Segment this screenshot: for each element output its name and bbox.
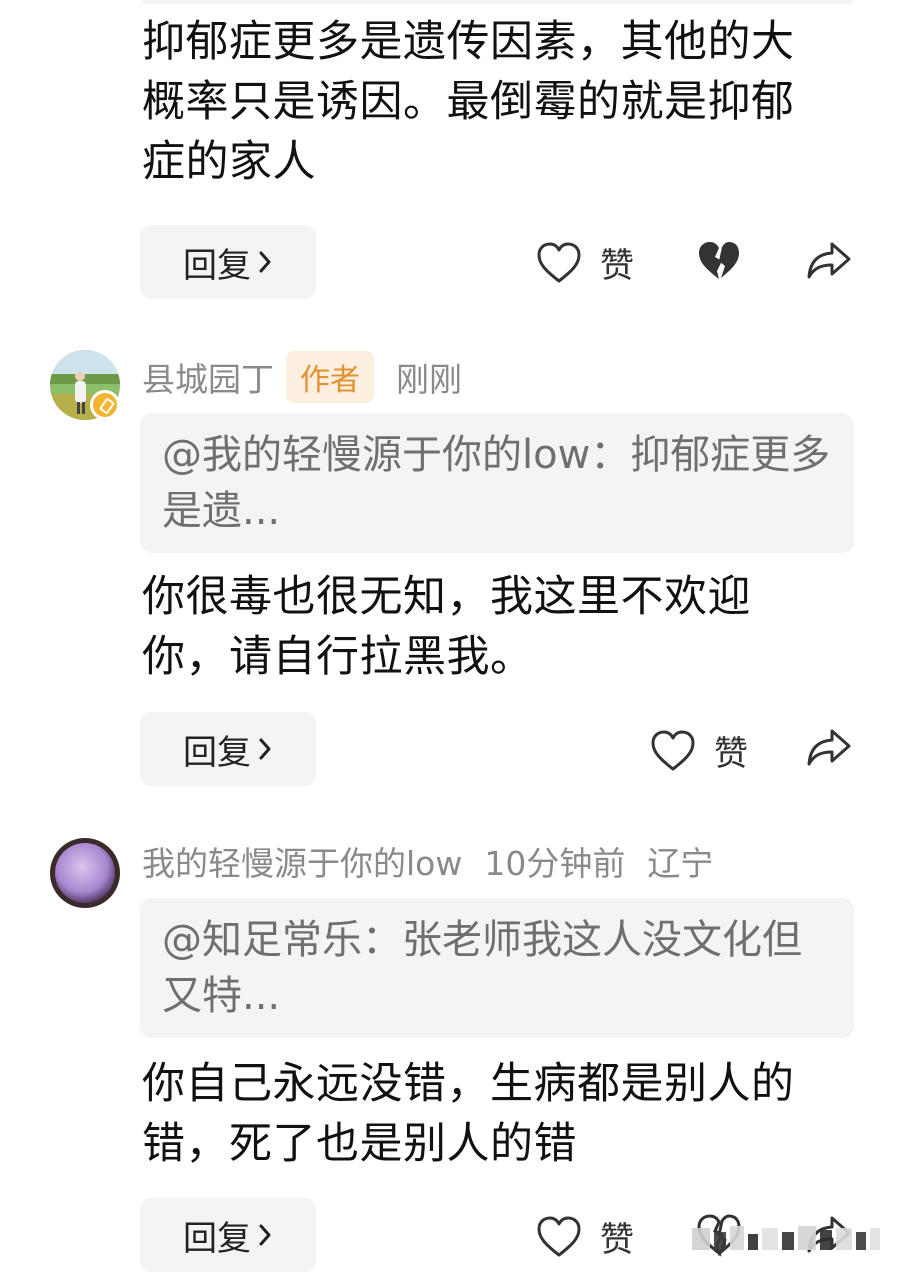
like-label: 赞 (714, 734, 748, 774)
share-arrow-icon[interactable] (806, 240, 852, 282)
quoted-text: @知足常乐：张老师我这人没文化但又特... (162, 917, 802, 1019)
chevron-right-icon (259, 1224, 271, 1246)
like-button[interactable]: 赞 (650, 726, 748, 775)
heart-outline-icon (537, 242, 581, 282)
heart-outline-icon (537, 1216, 581, 1256)
quoted-reply[interactable]: @知足常乐：张老师我这人没文化但又特... (140, 898, 854, 1038)
username[interactable]: 县城园丁 (142, 353, 274, 401)
share-arrow-icon[interactable] (806, 727, 852, 769)
username[interactable]: 我的轻慢源于你的low (142, 837, 462, 885)
comment-meta: 我的轻慢源于你的low 10分钟前 辽宁 (142, 836, 713, 886)
reply-label: 回复 (183, 245, 251, 286)
location: 辽宁 (647, 844, 714, 883)
verified-badge-icon (90, 390, 120, 420)
like-button[interactable]: 赞 (536, 1212, 634, 1261)
avatar[interactable] (50, 838, 120, 908)
like-label: 赞 (600, 1220, 634, 1260)
quoted-text: @我的轻慢源于你的low：抑郁症更多是遗... (162, 432, 831, 534)
reply-button[interactable]: 回复 (140, 225, 316, 299)
chevron-right-icon (259, 738, 271, 760)
comment-text: 抑郁症更多是遗传因素，其他的大概率只是诱因。最倒霉的就是抑郁症的家人 (142, 17, 795, 187)
timestamp: 刚刚 (396, 360, 462, 399)
comment-text: 你很毒也很无知，我这里不欢迎你，请自行拉黑我。 (142, 572, 751, 682)
reply-label: 回复 (183, 1218, 251, 1259)
comment-thread: 抑郁症更多是遗传因素，其他的大概率只是诱因。最倒霉的就是抑郁症的家人 回复 赞 … (0, 0, 902, 1274)
timestamp: 10分钟前 (484, 844, 626, 883)
heart-outline-icon (651, 730, 695, 770)
comment-text: 你自己永远没错，生病都是别人的错，死了也是别人的错 (142, 1059, 795, 1169)
watermark-logo (692, 1226, 880, 1250)
previous-quote-box-edge (142, 0, 854, 4)
chevron-right-icon (259, 251, 271, 273)
author-badge: 作者 (286, 351, 374, 403)
avatar-image (50, 838, 120, 908)
reply-button[interactable]: 回复 (140, 1198, 316, 1272)
broken-heart-icon[interactable] (696, 239, 742, 283)
reply-button[interactable]: 回复 (140, 712, 316, 786)
reply-label: 回复 (183, 732, 251, 773)
like-label: 赞 (600, 246, 634, 286)
like-button[interactable]: 赞 (536, 238, 634, 287)
comment-meta: 县城园丁 作者 刚刚 (142, 351, 462, 403)
quoted-reply[interactable]: @我的轻慢源于你的low：抑郁症更多是遗... (140, 413, 854, 553)
